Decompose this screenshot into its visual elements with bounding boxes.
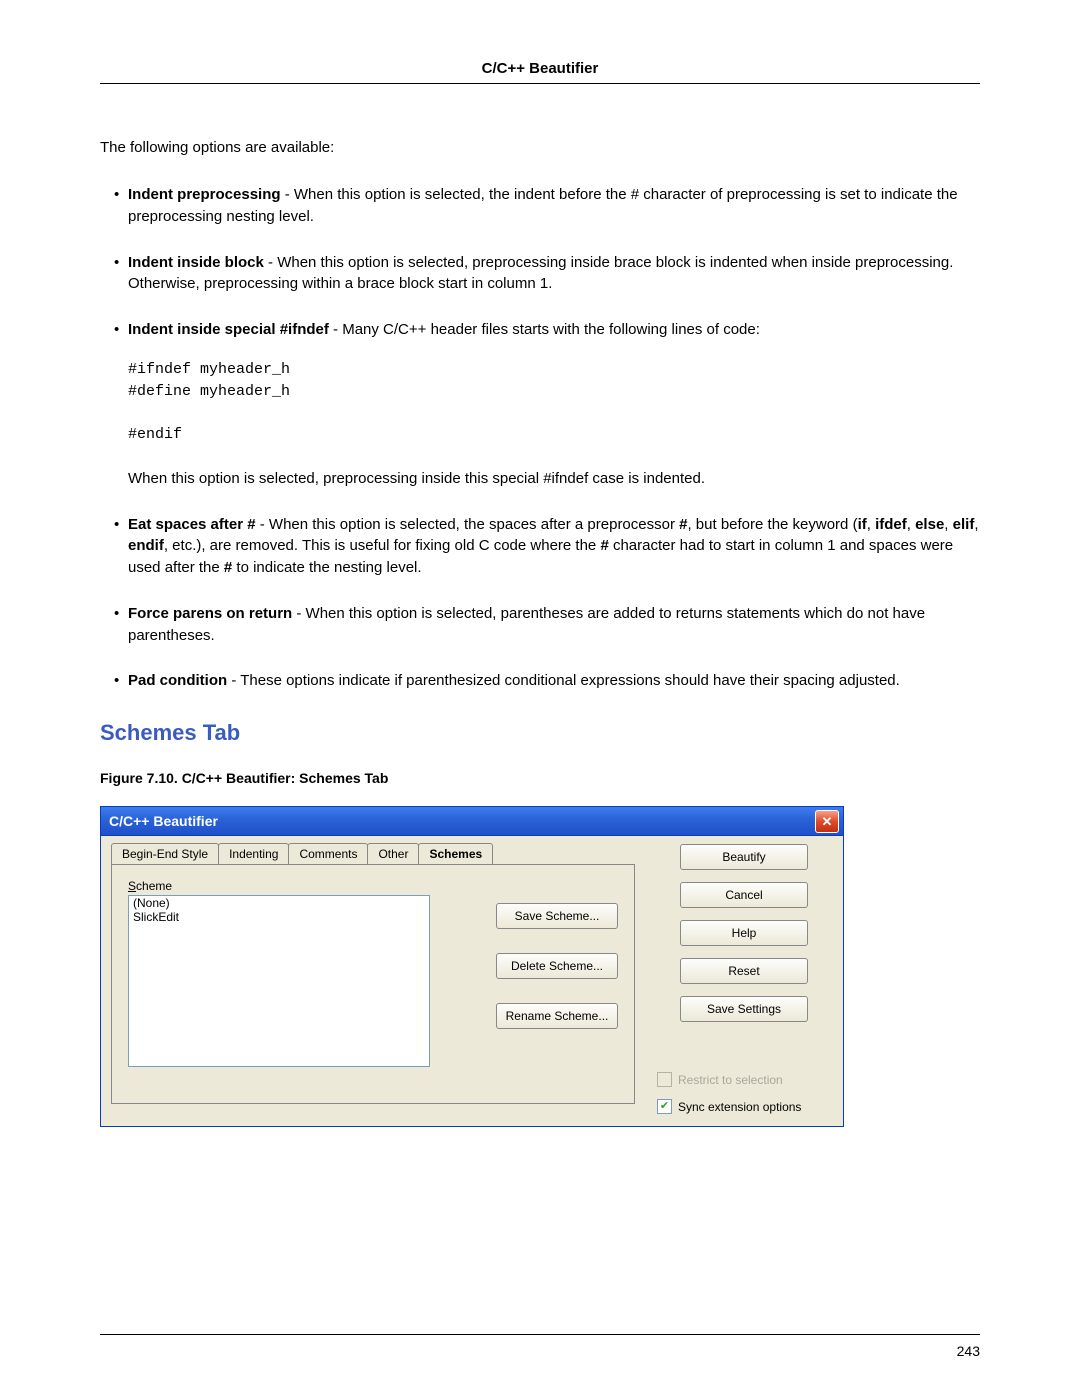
sync-extension-options-row[interactable]: ✔ Sync extension options <box>655 1099 833 1114</box>
scheme-list[interactable]: (None) SlickEdit <box>128 895 430 1067</box>
code-block: #ifndef myheader_h #define myheader_h #e… <box>128 359 980 446</box>
help-button[interactable]: Help <box>680 920 808 946</box>
save-settings-button[interactable]: Save Settings <box>680 996 808 1022</box>
list-item[interactable]: (None) <box>129 896 429 910</box>
reset-button[interactable]: Reset <box>680 958 808 984</box>
options-list: Indent preprocessing - When this option … <box>100 184 980 692</box>
rename-scheme-button[interactable]: Rename Scheme... <box>496 1003 618 1029</box>
option-label: Indent preprocessing <box>128 186 281 203</box>
option-after-text: When this option is selected, preprocess… <box>128 468 980 490</box>
figure-caption: Figure 7.10. C/C++ Beautifier: Schemes T… <box>100 770 980 786</box>
option-label: Indent inside special #ifndef <box>128 321 329 338</box>
sync-extension-options-label: Sync extension options <box>678 1100 801 1114</box>
list-item: Eat spaces after # - When this option is… <box>114 514 980 579</box>
section-heading-schemes: Schemes Tab <box>100 720 980 746</box>
option-text: - These options indicate if parenthesize… <box>227 672 900 689</box>
tab-schemes[interactable]: Schemes <box>418 843 493 864</box>
beautifier-dialog: C/C++ Beautifier ✕ Begin-End Style Inden… <box>100 806 844 1127</box>
dialog-body: Begin-End Style Indenting Comments Other… <box>101 836 843 1126</box>
tab-indenting[interactable]: Indenting <box>218 843 289 864</box>
tab-panel-schemes: Scheme (None) SlickEdit Save Scheme... D… <box>111 864 635 1104</box>
beautify-button[interactable]: Beautify <box>680 844 808 870</box>
list-item[interactable]: SlickEdit <box>129 910 429 924</box>
page-number: 243 <box>957 1343 980 1359</box>
list-item: Force parens on return - When this optio… <box>114 603 980 647</box>
restrict-to-selection-row: Restrict to selection <box>655 1072 833 1087</box>
option-label: Eat spaces after # <box>128 516 256 533</box>
tab-begin-end-style[interactable]: Begin-End Style <box>111 843 219 864</box>
close-icon: ✕ <box>822 815 833 828</box>
option-label: Pad condition <box>128 672 227 689</box>
restrict-to-selection-checkbox <box>657 1072 672 1087</box>
dialog-titlebar: C/C++ Beautifier ✕ <box>101 807 843 836</box>
scheme-label: Scheme <box>128 879 480 893</box>
intro-text: The following options are available: <box>100 139 980 156</box>
sync-extension-options-checkbox[interactable]: ✔ <box>657 1099 672 1114</box>
option-label: Force parens on return <box>128 605 292 622</box>
save-scheme-button[interactable]: Save Scheme... <box>496 903 618 929</box>
option-text: - When this option is selected, the spac… <box>128 516 979 577</box>
delete-scheme-button[interactable]: Delete Scheme... <box>496 953 618 979</box>
list-item: Indent preprocessing - When this option … <box>114 184 980 228</box>
cancel-button[interactable]: Cancel <box>680 882 808 908</box>
close-button[interactable]: ✕ <box>815 810 839 833</box>
tab-comments[interactable]: Comments <box>288 843 368 864</box>
list-item: Indent inside special #ifndef - Many C/C… <box>114 319 980 490</box>
page-header: C/C++ Beautifier <box>100 60 980 84</box>
dialog-title: C/C++ Beautifier <box>109 813 218 829</box>
tab-other[interactable]: Other <box>367 843 419 864</box>
tab-strip: Begin-End Style Indenting Comments Other… <box>111 840 635 864</box>
option-text: - Many C/C++ header files starts with th… <box>329 321 760 338</box>
list-item: Pad condition - These options indicate i… <box>114 670 980 692</box>
option-label: Indent inside block <box>128 254 264 271</box>
restrict-to-selection-label: Restrict to selection <box>678 1073 783 1087</box>
list-item: Indent inside block - When this option i… <box>114 252 980 296</box>
